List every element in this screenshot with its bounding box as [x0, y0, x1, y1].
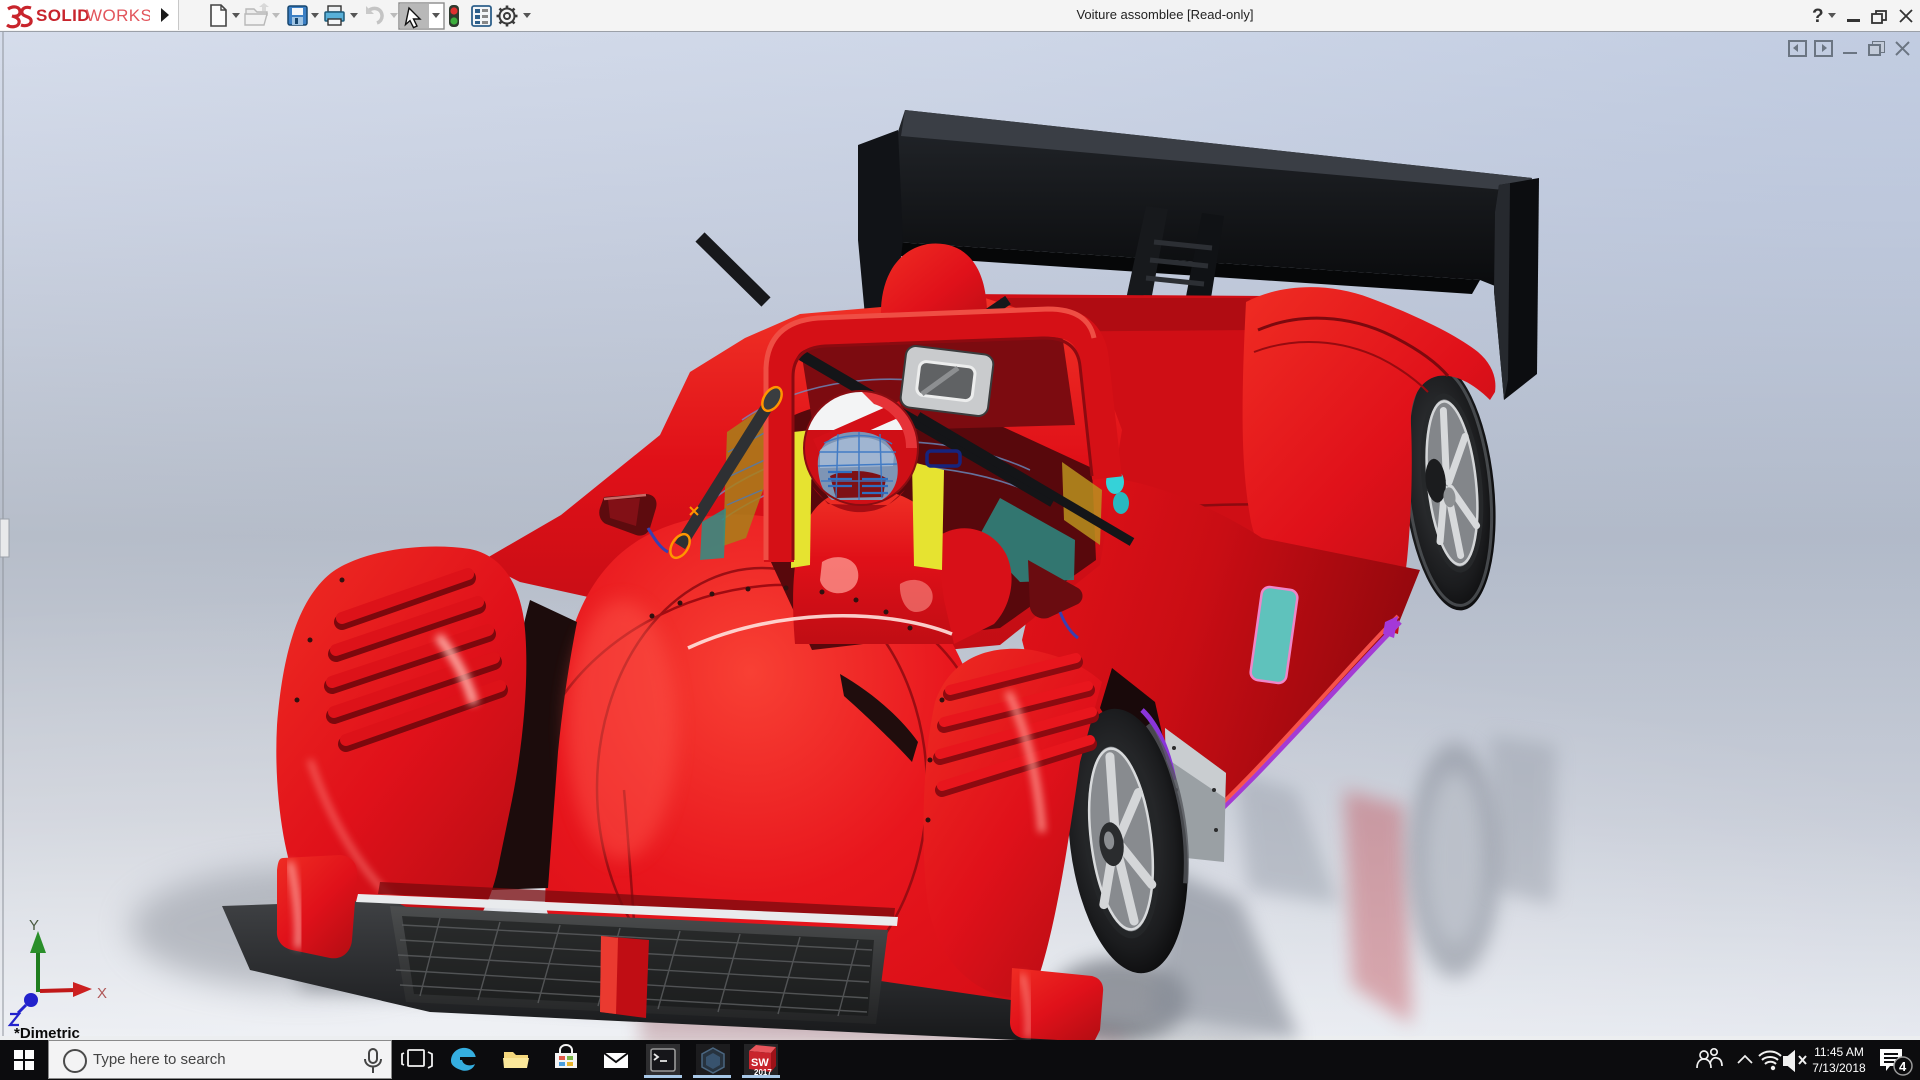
svg-text:4: 4	[1899, 1059, 1907, 1074]
svg-text:X: X	[97, 985, 107, 1002]
svg-text:Y: Y	[29, 917, 39, 934]
svg-text:?: ?	[1812, 6, 1824, 27]
